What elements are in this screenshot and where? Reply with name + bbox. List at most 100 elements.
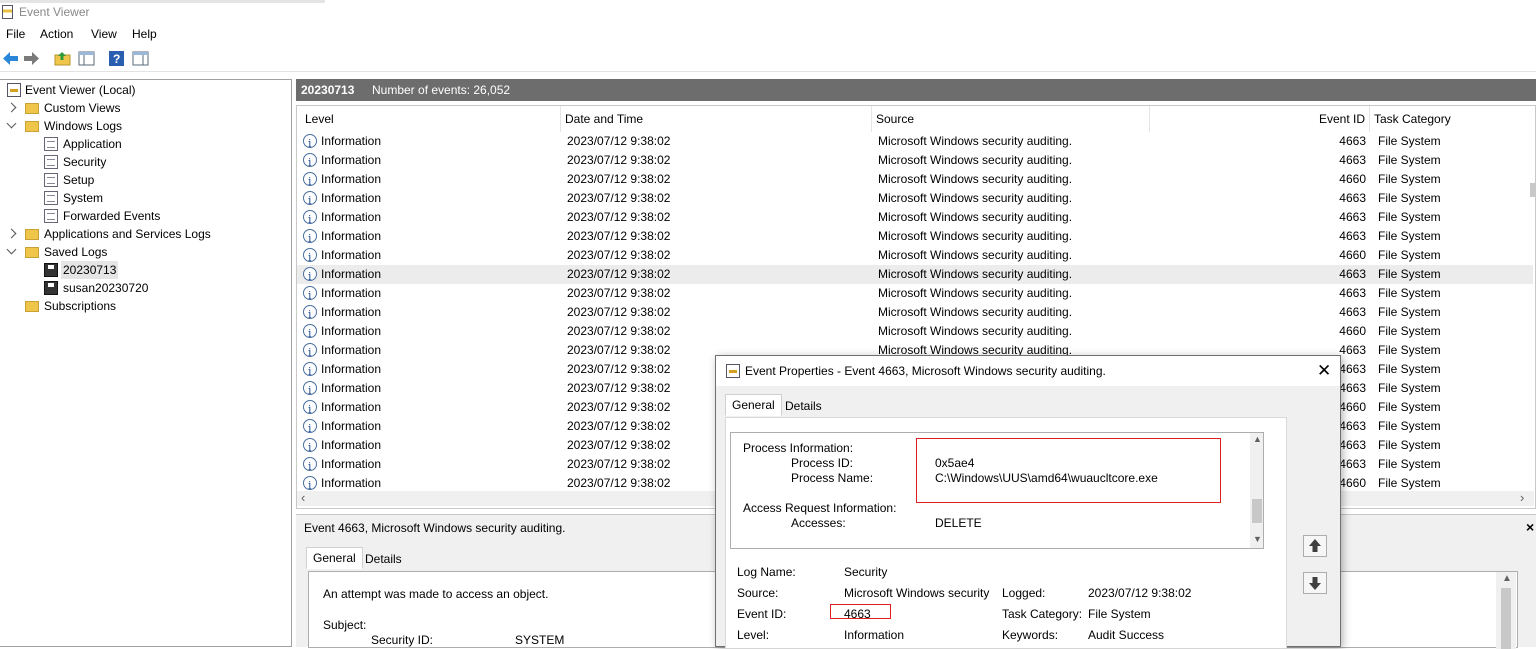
forward-arrow-icon[interactable]: [23, 50, 40, 67]
folder-icon: [25, 103, 39, 114]
access-request-label: Access Request Information:: [743, 501, 897, 515]
previous-event-button[interactable]: [1303, 535, 1327, 557]
source-cell: Microsoft Windows security auditing.: [878, 134, 1073, 148]
chevron-right-icon[interactable]: [6, 228, 17, 239]
scroll-track: [1457, 491, 1517, 506]
task-category-cell: File System: [1378, 191, 1441, 205]
source-cell: Microsoft Windows security auditing.: [878, 305, 1073, 319]
info-icon: [303, 324, 317, 343]
scroll-down-icon[interactable]: ▼: [1253, 534, 1262, 544]
date-cell: 2023/07/12 9:38:02: [567, 172, 671, 186]
event-count: Number of events: 26,052: [372, 83, 511, 97]
menu-bar: File Action View Help: [0, 24, 1536, 44]
level-cell: Information: [321, 248, 382, 262]
logged-value: 2023/07/12 9:38:02: [1088, 586, 1192, 600]
column-header-source[interactable]: Source: [872, 106, 1150, 132]
tree-item-label: Security: [63, 155, 107, 169]
show-hide-tree-icon[interactable]: [78, 50, 95, 67]
date-cell: 2023/07/12 9:38:02: [567, 305, 671, 319]
date-cell: 2023/07/12 9:38:02: [567, 229, 671, 243]
level-value: Information: [844, 628, 905, 642]
level-cell: Information: [321, 267, 382, 281]
dialog-description-box[interactable]: Process Information: Process ID: 0x5ae4 …: [730, 432, 1264, 549]
scroll-up-icon[interactable]: ▲: [1502, 573, 1512, 584]
menu-view[interactable]: View: [91, 27, 117, 41]
level-cell: Information: [321, 305, 382, 319]
tab-details[interactable]: Details: [359, 549, 408, 571]
date-cell: 2023/07/12 9:38:02: [567, 362, 671, 376]
table-row[interactable]: Information 2023/07/12 9:38:02 Microsoft W…: [297, 303, 1533, 324]
table-row[interactable]: Information 2023/07/12 9:38:02 Microsoft W…: [297, 132, 1533, 153]
back-arrow-icon[interactable]: [2, 50, 19, 67]
scroll-up-icon[interactable]: ▲: [1253, 434, 1262, 444]
date-cell: 2023/07/12 9:38:02: [567, 134, 671, 148]
tab-general[interactable]: General: [306, 547, 363, 569]
dialog-text-scrollbar[interactable]: ▲ ▼: [1250, 433, 1263, 548]
source-cell: Microsoft Windows security auditing.: [878, 267, 1073, 281]
table-row[interactable]: Information 2023/07/12 9:38:02 Microsoft W…: [297, 189, 1533, 210]
dialog-title: Event Properties - Event 4663, Microsoft…: [745, 364, 1106, 378]
column-header-level[interactable]: Level: [301, 106, 561, 132]
task-category-cell: File System: [1378, 267, 1441, 281]
table-row[interactable]: Information 2023/07/12 9:38:02 Microsoft W…: [297, 227, 1533, 248]
keywords-label: Keywords:: [1002, 628, 1059, 642]
dialog-tab-general[interactable]: General: [725, 394, 782, 416]
info-icon: [303, 191, 317, 210]
info-icon: [303, 343, 317, 362]
column-header-event-id[interactable]: Event ID: [1150, 106, 1370, 132]
saved-log-disk-icon: [44, 263, 58, 277]
detail-scrollbar[interactable]: ▲: [1496, 572, 1516, 649]
properties-pane-icon[interactable]: [132, 50, 149, 67]
next-event-button[interactable]: [1303, 572, 1327, 594]
event-id-cell: 4663: [1339, 286, 1366, 300]
chevron-right-icon[interactable]: [6, 102, 17, 113]
tree-item-label: Saved Logs: [44, 245, 108, 259]
column-header-date[interactable]: Date and Time: [561, 106, 872, 132]
table-row[interactable]: Information 2023/07/12 9:38:02 Microsoft W…: [297, 322, 1533, 343]
date-cell: 2023/07/12 9:38:02: [567, 381, 671, 395]
close-icon[interactable]: ✕: [1317, 361, 1331, 381]
dialog-tab-details[interactable]: Details: [779, 396, 828, 418]
help-icon[interactable]: ?: [108, 50, 125, 67]
info-icon: [303, 400, 317, 419]
table-row[interactable]: Information 2023/07/12 9:38:02 Microsoft W…: [297, 170, 1533, 191]
task-category-cell: File System: [1378, 381, 1441, 395]
scroll-thumb[interactable]: [1252, 499, 1262, 523]
chevron-down-icon[interactable]: [6, 244, 17, 255]
tree-item-label: Event Viewer (Local): [25, 83, 136, 97]
scroll-left-icon[interactable]: ‹: [301, 490, 305, 505]
source-cell: Microsoft Windows security auditing.: [878, 172, 1073, 186]
level-cell: Information: [321, 419, 382, 433]
log-icon: [44, 209, 58, 223]
menu-help[interactable]: Help: [132, 27, 157, 41]
task-category-cell: File System: [1378, 343, 1441, 357]
level-cell: Information: [321, 134, 382, 148]
event-id-cell: 4663: [1339, 191, 1366, 205]
task-category-cell: File System: [1378, 153, 1441, 167]
table-row[interactable]: Information 2023/07/12 9:38:02 Microsoft W…: [297, 151, 1533, 172]
tree-item-label: System: [63, 191, 104, 205]
scroll-right-icon[interactable]: ›: [1520, 490, 1524, 505]
log-icon: [44, 155, 58, 169]
date-cell: 2023/07/12 9:38:02: [567, 438, 671, 452]
table-row[interactable]: Information 2023/07/12 9:38:02 Microsoft W…: [297, 284, 1533, 305]
menu-file[interactable]: File: [6, 27, 25, 41]
grid-vertical-scroll-thumb[interactable]: [1530, 183, 1536, 197]
scroll-thumb[interactable]: [1501, 588, 1511, 649]
column-header-task-category[interactable]: Task Category: [1370, 106, 1533, 132]
folder-up-icon[interactable]: [54, 50, 71, 67]
date-cell: 2023/07/12 9:38:02: [567, 286, 671, 300]
info-icon: [303, 381, 317, 400]
info-icon: [303, 476, 317, 495]
security-id-value: SYSTEM: [515, 633, 565, 647]
info-icon: [303, 267, 317, 286]
menu-action[interactable]: Action: [40, 27, 73, 41]
accesses-value: DELETE: [935, 516, 982, 530]
table-row[interactable]: Information 2023/07/12 9:38:02 Microsoft W…: [297, 246, 1533, 267]
chevron-down-icon[interactable]: [6, 118, 17, 129]
tree-item-label: Application: [63, 137, 122, 151]
table-row[interactable]: Information 2023/07/12 9:38:02 Microsoft W…: [297, 208, 1533, 229]
close-icon[interactable]: ×: [1526, 519, 1534, 535]
table-row[interactable]: Information 2023/07/12 9:38:02 Microsoft W…: [297, 265, 1533, 286]
console-tree: Event Viewer (Local) Custom Views Window…: [0, 79, 292, 647]
